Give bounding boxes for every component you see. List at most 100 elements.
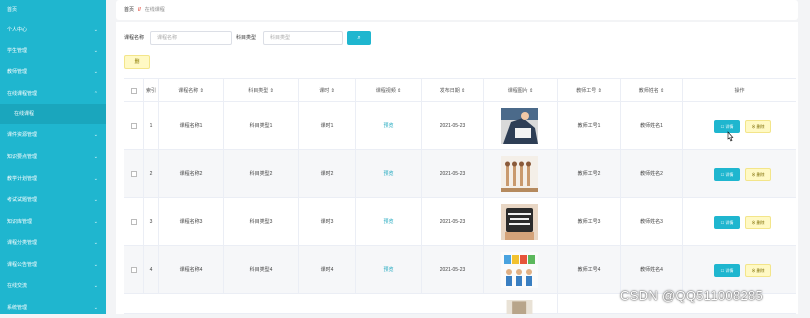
table-row: 2 课程名称2 科目类型2 课时2 预览 2021-05-23 教师工号2 教师…	[124, 150, 796, 198]
sidebar-item-label: 教学计划管理	[7, 176, 38, 182]
sidebar-item-teachers[interactable]: 教师管理 ⌄	[0, 62, 106, 82]
video-preview-link[interactable]: 预览	[356, 102, 422, 150]
sidebar-item-course-category[interactable]: 课程分类管理 ⌄	[0, 233, 106, 253]
cell-subject-type: 科目类型1	[224, 102, 299, 150]
cell-image	[484, 198, 558, 246]
cell-date: 2021-05-23	[422, 246, 484, 294]
cell-teacher-name: 教师姓名3	[621, 198, 683, 246]
cell-hours: 课时2	[299, 150, 356, 198]
video-preview-link[interactable]: 预览	[356, 150, 422, 198]
column-header-video[interactable]: 课程视频 ⇕	[356, 79, 422, 103]
cell-teacher-id: 教师工号3	[558, 198, 621, 246]
cell-date: 2021-05-23	[422, 150, 484, 198]
cell-index: 4	[144, 246, 159, 294]
sidebar-item-students[interactable]: 学生管理 ⌄	[0, 41, 106, 61]
cell-teacher-id: 教师工号1	[558, 102, 621, 150]
course-thumbnail	[506, 300, 533, 314]
cell-image	[484, 246, 558, 294]
delete-button[interactable]: ⊗ 删除	[745, 264, 771, 277]
delete-button[interactable]: ⊗ 删除	[745, 168, 771, 181]
cell-teacher-id: 教师工号4	[558, 246, 621, 294]
delete-button[interactable]: ⊗ 删除	[745, 216, 771, 229]
select-all-checkbox[interactable]	[124, 79, 144, 103]
cell-hours: 课时4	[299, 246, 356, 294]
checkbox-icon[interactable]	[130, 266, 137, 273]
detail-button[interactable]: ☐ 详情	[714, 216, 740, 229]
column-header-teacher-name[interactable]: 教师姓名 ⇕	[621, 79, 683, 103]
sidebar-item-label: 在线交流	[7, 283, 28, 289]
course-thumbnail	[501, 108, 538, 144]
sidebar: 首页 个人中心 ⌄ 学生管理 ⌄ 教师管理 ⌄ 在线课程管理 ⌃ 在线课程 课件资源管理…	[0, 0, 106, 314]
checkbox-icon[interactable]	[130, 170, 137, 177]
chevron-down-icon: ⌄	[93, 219, 98, 225]
table-row: 4 课程名称4 科目类型4 课时4 预览 2021-05-23 教师工号4 教师…	[124, 246, 796, 294]
sidebar-item-label: 学生管理	[7, 48, 28, 54]
row-checkbox[interactable]	[124, 102, 144, 150]
mouse-pointer-icon	[727, 131, 734, 142]
cell-image	[484, 102, 558, 150]
batch-delete-button[interactable]: 删	[124, 55, 150, 69]
sidebar-item-course-notice[interactable]: 课程公告管理 ⌄	[0, 255, 106, 275]
subject-type-input[interactable]: 科目类型	[263, 31, 343, 45]
sidebar-item-knowledge-points[interactable]: 知识要点管理 ⌄	[0, 147, 106, 167]
cell-index: 1	[144, 102, 159, 150]
column-header-teacher-id[interactable]: 教师工号 ⇕	[558, 79, 621, 103]
sidebar-item-home[interactable]: 首页	[0, 0, 106, 20]
chevron-down-icon: ⌄	[93, 262, 98, 268]
chevron-down-icon: ⌄	[93, 69, 98, 75]
video-preview-link[interactable]: 预览	[356, 198, 422, 246]
content-panel: 课程名称 课程名称 科目类型 科目类型 ⌕ 删 索引 课程名称 ⇕ 科目类型 ⇕…	[116, 22, 798, 314]
video-preview-link[interactable]: 预览	[356, 246, 422, 294]
sidebar-item-label: 个人中心	[7, 27, 28, 33]
watermark: CSDN @QQ511008285	[620, 288, 764, 303]
sidebar-item-teaching-plan[interactable]: 教学计划管理 ⌄	[0, 169, 106, 189]
column-header-image[interactable]: 课程图片 ⇕	[484, 79, 558, 103]
sidebar-item-label: 知识要点管理	[7, 154, 38, 160]
checkbox-icon[interactable]	[130, 87, 137, 94]
cell-actions: ☐ 详情 ⊗ 删除	[683, 198, 796, 246]
row-checkbox[interactable]	[124, 150, 144, 198]
cell-subject-type: 科目类型3	[224, 198, 299, 246]
sidebar-item-personal[interactable]: 个人中心 ⌄	[0, 20, 106, 40]
chevron-down-icon: ⌄	[93, 240, 98, 246]
sidebar-item-label: 课程公告管理	[7, 262, 38, 268]
detail-button[interactable]: ☐ 详情	[714, 264, 740, 277]
detail-button[interactable]: ☐ 详情	[714, 168, 740, 181]
column-header-subject-type[interactable]: 科目类型 ⇕	[224, 79, 299, 103]
breadcrumb-separator: //	[138, 7, 141, 13]
cell-course-name: 课程名称2	[159, 150, 224, 198]
course-thumbnail	[501, 204, 538, 240]
checkbox-icon[interactable]	[130, 122, 137, 129]
cell-actions: ☐ 详情 ⊗ 删除	[683, 102, 796, 150]
sidebar-item-knowledge-base[interactable]: 知识库管理 ⌄	[0, 212, 106, 232]
chevron-down-icon: ⌄	[93, 305, 98, 311]
delete-button[interactable]: ⊗ 删除	[745, 120, 771, 133]
sidebar-item-online-course-mgmt[interactable]: 在线课程管理 ⌃	[0, 84, 106, 104]
column-header-course-name[interactable]: 课程名称 ⇕	[159, 79, 224, 103]
checkbox-icon[interactable]	[130, 218, 137, 225]
breadcrumb: 首页 //在线课程	[116, 0, 798, 20]
chevron-down-icon: ⌄	[93, 132, 98, 138]
sidebar-item-system[interactable]: 系统管理 ⌄	[0, 298, 106, 318]
chevron-up-icon: ⌃	[93, 91, 98, 97]
sidebar-item-online-course[interactable]: 在线课程	[0, 104, 106, 124]
search-button[interactable]: ⌕	[347, 31, 371, 45]
table-row: 1 课程名称1 科目类型1 课时1 预览 2021-05-23 教师工号1 教师…	[124, 102, 796, 150]
breadcrumb-home[interactable]: 首页	[124, 7, 134, 13]
cell-index: 3	[144, 198, 159, 246]
sidebar-item-exam-questions[interactable]: 考试试题管理 ⌄	[0, 190, 106, 210]
table-header: 索引 课程名称 ⇕ 科目类型 ⇕ 课时 ⇕ 课程视频 ⇕ 发布日期 ⇕ 课程图片…	[124, 78, 796, 103]
table-row: 3 课程名称3 科目类型3 课时3 预览 2021-05-23 教师工号3 教师…	[124, 198, 796, 246]
cell-course-name: 课程名称4	[159, 246, 224, 294]
search-icon: ⌕	[357, 35, 361, 41]
row-checkbox[interactable]	[124, 246, 144, 294]
row-checkbox[interactable]	[124, 198, 144, 246]
cell-image	[484, 294, 558, 314]
course-name-input[interactable]: 课程名称	[150, 31, 232, 45]
column-header-date[interactable]: 发布日期 ⇕	[422, 79, 484, 103]
sidebar-item-label: 课件资源管理	[7, 132, 38, 138]
column-header-hours[interactable]: 课时 ⇕	[299, 79, 356, 103]
sidebar-item-courseware[interactable]: 课件资源管理 ⌄	[0, 125, 106, 145]
sidebar-item-online-chat[interactable]: 在线交流 ⌄	[0, 276, 106, 296]
cell-course-name: 课程名称3	[159, 198, 224, 246]
